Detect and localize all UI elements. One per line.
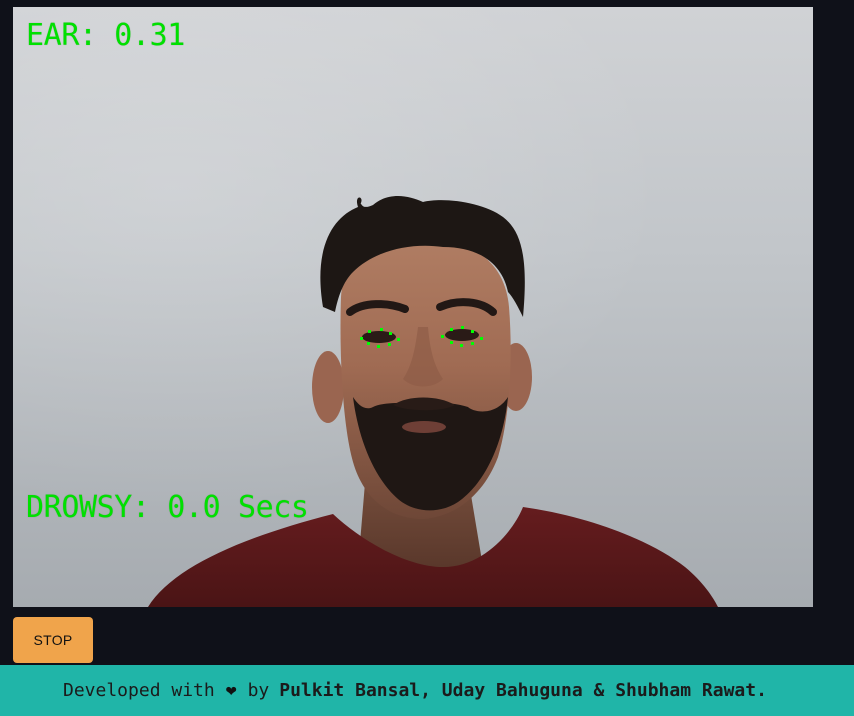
app-root: EAR: 0.31 DROWSY: 0.0 Secs STOP Develope… (0, 0, 854, 716)
ear-value-overlay: EAR: 0.31 (26, 18, 185, 53)
footer-by-text: by (247, 680, 270, 701)
heart-icon: ❤ (225, 679, 237, 701)
footer-credits: Developed with ❤ by Pulkit Bansal, Uday … (0, 665, 854, 716)
webcam-video-feed: EAR: 0.31 DROWSY: 0.0 Secs (13, 7, 813, 607)
drowsy-timer-overlay: DROWSY: 0.0 Secs (26, 490, 309, 525)
footer-authors: Pulkit Bansal, Uday Bahuguna & Shubham R… (279, 680, 767, 701)
footer-prefix-text: Developed with (63, 680, 215, 701)
stop-button[interactable]: STOP (13, 617, 93, 663)
